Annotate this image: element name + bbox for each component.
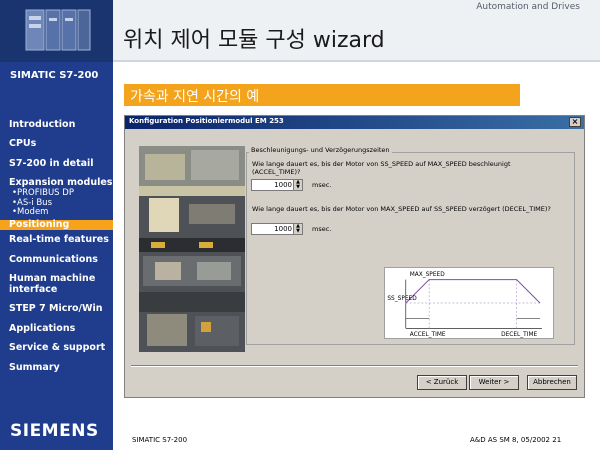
- dialog-title: Konfiguration Positioniermodul EM 253: [129, 117, 284, 125]
- accel-question-line1: Wie lange dauert es, bis der Motor von S…: [252, 160, 511, 168]
- ss-speed-label: SS_SPEED: [387, 296, 417, 302]
- product-name: SIMATIC S7-200: [10, 70, 99, 81]
- slide-title: 위치 제어 모듈 구성 wizard: [123, 28, 385, 53]
- subtitle-banner: 가속과 지연 시간의 예: [124, 84, 520, 106]
- nav-real-time-features[interactable]: Real-time features: [0, 235, 113, 246]
- sidebar-nav: Introduction CPUs S7-200 in detail Expan…: [0, 119, 113, 373]
- close-button[interactable]: ×: [569, 117, 581, 127]
- slide-header: Automation and Drives 위치 제어 모듈 구성 wizard: [113, 0, 600, 62]
- accel-time-value[interactable]: 1000: [274, 181, 292, 189]
- configuration-dialog: Konfiguration Positioniermodul EM 253 × …: [124, 115, 585, 398]
- nav-summary[interactable]: Summary: [0, 362, 113, 373]
- nav-cpus[interactable]: CPUs: [0, 138, 113, 149]
- footer-product: SIMATIC S7-200: [132, 436, 188, 444]
- machine-photo: [139, 146, 245, 352]
- velocity-profile-diagram: MAX_SPEED SS_SPEED ACCEL_TIME DECEL_TIME: [384, 267, 554, 339]
- brand-line: Automation and Drives: [476, 2, 580, 12]
- decel-time-label: DECEL_TIME: [501, 332, 537, 338]
- subtitle-text: 가속과 지연 시간의 예: [130, 89, 260, 105]
- accel-spin-arrows[interactable]: ▲ ▼: [293, 180, 302, 190]
- accel-unit: msec.: [312, 181, 332, 189]
- decel-time-value[interactable]: 1000: [274, 225, 292, 233]
- accel-question-line2: (ACCEL_TIME)?: [252, 168, 301, 176]
- nav-human-machine-interface[interactable]: interface: [0, 284, 113, 295]
- siemens-logo: SIEMENS: [10, 421, 99, 441]
- group-title: Beschleunigungs- und Verzögerungszeiten: [249, 146, 392, 154]
- sidebar: SIMATIC S7-200 Introduction CPUs S7-200 …: [0, 0, 113, 450]
- back-button[interactable]: < Zurück: [417, 375, 467, 390]
- plc-product-image: [0, 0, 113, 62]
- footer-document-ref: A&D AS SM 8, 05/2002 21: [470, 436, 562, 444]
- cancel-button[interactable]: Abbrechen: [527, 375, 577, 390]
- nav-step7-micro-win[interactable]: STEP 7 Micro/Win: [0, 303, 113, 314]
- decel-spin-arrows[interactable]: ▲ ▼: [293, 224, 302, 234]
- nav-s7-200-in-detail[interactable]: S7-200 in detail: [0, 158, 113, 169]
- nav-service-support[interactable]: Service & support: [0, 342, 113, 353]
- accel-question: Wie lange dauert es, bis der Motor von S…: [252, 160, 574, 176]
- dialog-separator: [131, 365, 578, 367]
- velocity-curve: [405, 279, 541, 304]
- nav-introduction[interactable]: Introduction: [0, 119, 113, 130]
- nav-positioning[interactable]: Positioning: [0, 219, 113, 231]
- nav-communications[interactable]: Communications: [0, 254, 113, 265]
- nav-modem[interactable]: •Modem: [0, 208, 113, 218]
- accel-time-label: ACCEL_TIME: [410, 332, 446, 338]
- plc-hardware-illustration: [22, 4, 92, 56]
- next-button[interactable]: Weiter >: [469, 375, 519, 390]
- spin-down-icon[interactable]: ▼: [294, 185, 302, 190]
- nav-applications[interactable]: Applications: [0, 323, 113, 334]
- decel-time-stepper[interactable]: 1000 ▲ ▼: [251, 223, 303, 235]
- spin-down-icon[interactable]: ▼: [294, 229, 302, 234]
- decel-question: Wie lange dauert es, bis der Motor von M…: [252, 205, 551, 213]
- accel-time-stepper[interactable]: 1000 ▲ ▼: [251, 179, 303, 191]
- dialog-titlebar[interactable]: Konfiguration Positioniermodul EM 253 ×: [125, 116, 584, 129]
- decel-unit: msec.: [312, 225, 332, 233]
- max-speed-label: MAX_SPEED: [410, 272, 446, 278]
